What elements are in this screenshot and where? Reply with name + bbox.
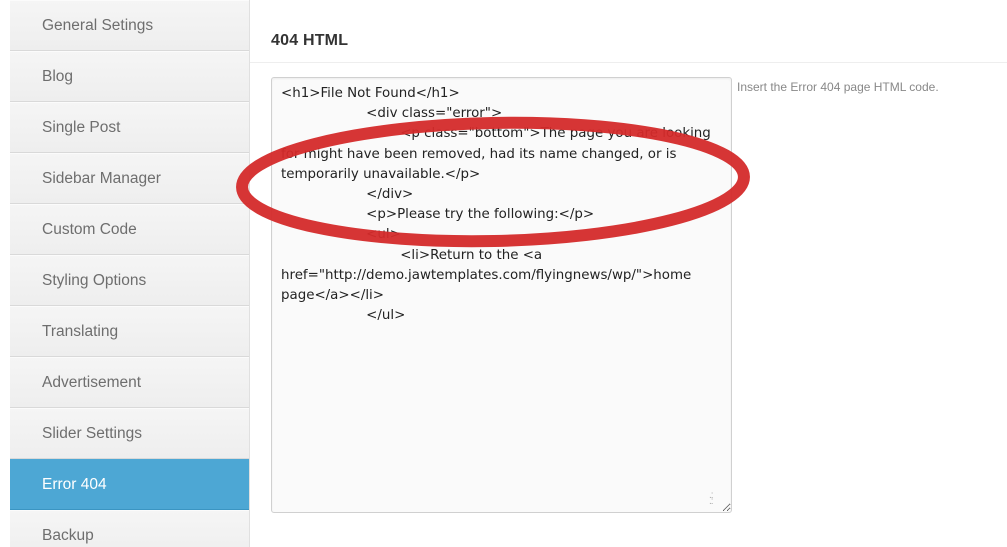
sidebar-item-blog[interactable]: Blog bbox=[10, 51, 249, 102]
error-404-html-textarea[interactable]: <h1>File Not Found</h1> <div class="erro… bbox=[271, 77, 732, 513]
sidebar-item-translating[interactable]: Translating bbox=[10, 306, 249, 357]
sidebar-item-advertisement[interactable]: Advertisement bbox=[10, 357, 249, 408]
sidebar-item-label: Slider Settings bbox=[42, 424, 142, 442]
sidebar-item-label: Backup bbox=[42, 526, 94, 544]
sidebar-item-label: Advertisement bbox=[42, 373, 142, 391]
sidebar-item-styling-options[interactable]: Styling Options bbox=[10, 255, 249, 306]
sidebar-item-label: Blog bbox=[42, 67, 74, 85]
resize-grip-icon[interactable]: .:.: bbox=[709, 491, 721, 507]
settings-main-panel: 404 HTML <h1>File Not Found</h1> <div cl… bbox=[250, 0, 1007, 547]
sidebar-item-custom-code[interactable]: Custom Code bbox=[10, 204, 249, 255]
sidebar-item-slider-settings[interactable]: Slider Settings bbox=[10, 408, 249, 459]
sidebar-item-general-settings[interactable]: General Setings bbox=[10, 0, 249, 51]
sidebar-item-label: Translating bbox=[42, 322, 119, 340]
sidebar-item-label: Single Post bbox=[42, 118, 121, 136]
sidebar-item-backup[interactable]: Backup bbox=[10, 510, 249, 547]
sidebar-item-error-404[interactable]: Error 404 bbox=[10, 459, 249, 510]
sidebar-item-sidebar-manager[interactable]: Sidebar Manager bbox=[10, 153, 249, 204]
sidebar-item-single-post[interactable]: Single Post bbox=[10, 102, 249, 153]
field-description: Insert the Error 404 page HTML code. bbox=[737, 80, 939, 94]
sidebar-item-label: Sidebar Manager bbox=[42, 169, 161, 187]
sidebar-item-label: Error 404 bbox=[42, 475, 107, 493]
sidebar-item-label: General Setings bbox=[42, 16, 154, 34]
sidebar-item-label: Styling Options bbox=[42, 271, 147, 289]
title-divider bbox=[250, 62, 1007, 63]
sidebar-item-label: Custom Code bbox=[42, 220, 137, 238]
section-title: 404 HTML bbox=[271, 32, 349, 49]
settings-sidebar: General Setings Blog Single Post Sidebar… bbox=[10, 0, 250, 547]
